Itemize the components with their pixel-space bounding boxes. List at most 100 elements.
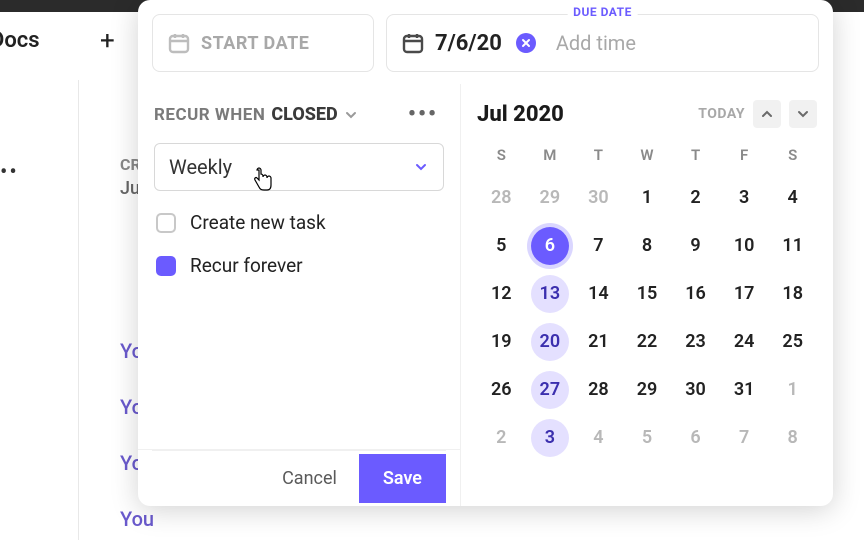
calendar-day[interactable]: 3 bbox=[526, 414, 575, 462]
date-picker-modal: START DATE DUE DATE 7/6/20 Add time RECU… bbox=[138, 0, 833, 506]
calendar-day-number: 18 bbox=[774, 275, 812, 313]
calendar-day[interactable]: 3 bbox=[720, 174, 769, 222]
calendar-day-number: 17 bbox=[725, 275, 763, 313]
calendar-day[interactable]: 24 bbox=[720, 318, 769, 366]
calendar-day[interactable]: 6 bbox=[526, 222, 575, 270]
calendar-day-number: 8 bbox=[628, 227, 666, 265]
recur-frequency-select[interactable]: Weekly bbox=[154, 143, 444, 191]
calendar-day[interactable]: 7 bbox=[574, 222, 623, 270]
calendar-dow: W bbox=[623, 136, 672, 174]
recur-when-label: RECUR WHEN bbox=[154, 105, 265, 125]
calendar-day[interactable]: 2 bbox=[671, 174, 720, 222]
calendar-day[interactable]: 18 bbox=[768, 270, 817, 318]
calendar-day[interactable]: 30 bbox=[574, 174, 623, 222]
calendar-day[interactable]: 8 bbox=[768, 414, 817, 462]
calendar-day-number: 15 bbox=[628, 275, 666, 313]
more-options-button[interactable]: ••• bbox=[408, 102, 438, 127]
calendar-dow: F bbox=[720, 136, 769, 174]
recur-forever-checkbox[interactable] bbox=[156, 256, 176, 276]
calendar-day[interactable]: 10 bbox=[720, 222, 769, 270]
calendar-day-number: 6 bbox=[531, 227, 569, 265]
modal-top: START DATE DUE DATE 7/6/20 Add time bbox=[138, 0, 833, 84]
calendar-day[interactable]: 29 bbox=[526, 174, 575, 222]
calendar-day[interactable]: 13 bbox=[526, 270, 575, 318]
calendar-icon bbox=[167, 31, 191, 55]
modal-body: RECUR WHEN CLOSED ••• Weekly Create new … bbox=[138, 84, 833, 506]
calendar-day-number: 28 bbox=[579, 371, 617, 409]
prev-month-button[interactable] bbox=[753, 100, 781, 128]
calendar-panel: Jul 2020 TODAY SMTWTFS 28293012345678910… bbox=[460, 84, 833, 506]
calendar-day[interactable]: 28 bbox=[477, 174, 526, 222]
save-button[interactable]: Save bbox=[359, 454, 446, 503]
calendar-day[interactable]: 11 bbox=[768, 222, 817, 270]
calendar-day-number: 29 bbox=[531, 179, 569, 217]
add-icon[interactable]: + bbox=[100, 26, 115, 56]
recur-panel: RECUR WHEN CLOSED ••• Weekly Create new … bbox=[138, 84, 460, 506]
calendar-day-number: 22 bbox=[628, 323, 666, 361]
create-new-task-checkbox[interactable] bbox=[156, 213, 176, 233]
calendar-day[interactable]: 8 bbox=[623, 222, 672, 270]
calendar-day-number: 10 bbox=[725, 227, 763, 265]
due-date-value: 7/6/20 bbox=[435, 31, 502, 56]
calendar-day-number: 28 bbox=[482, 179, 520, 217]
calendar-day[interactable]: 4 bbox=[574, 414, 623, 462]
due-date-field[interactable]: DUE DATE 7/6/20 Add time bbox=[386, 14, 819, 72]
calendar-day[interactable]: 6 bbox=[671, 414, 720, 462]
calendar-day-number: 26 bbox=[482, 371, 520, 409]
calendar-day[interactable]: 1 bbox=[768, 366, 817, 414]
calendar-day-number: 24 bbox=[725, 323, 763, 361]
start-date-field[interactable]: START DATE bbox=[152, 14, 374, 72]
recur-forever-option[interactable]: Recur forever bbox=[152, 244, 446, 287]
create-new-task-label: Create new task bbox=[190, 211, 326, 234]
calendar-day[interactable]: 21 bbox=[574, 318, 623, 366]
calendar-day-number: 13 bbox=[531, 275, 569, 313]
calendar-day[interactable]: 4 bbox=[768, 174, 817, 222]
clear-due-date-button[interactable] bbox=[516, 33, 536, 53]
calendar-day[interactable]: 7 bbox=[720, 414, 769, 462]
calendar-day-number: 9 bbox=[677, 227, 715, 265]
calendar-day[interactable]: 31 bbox=[720, 366, 769, 414]
calendar-day-number: 7 bbox=[579, 227, 617, 265]
calendar-day-number: 25 bbox=[774, 323, 812, 361]
next-month-button[interactable] bbox=[789, 100, 817, 128]
calendar-day[interactable]: 22 bbox=[623, 318, 672, 366]
calendar-day-number: 8 bbox=[774, 419, 812, 457]
create-new-task-option[interactable]: Create new task bbox=[152, 201, 446, 244]
calendar-day[interactable]: 2 bbox=[477, 414, 526, 462]
calendar-day-number: 4 bbox=[579, 419, 617, 457]
calendar-day[interactable]: 20 bbox=[526, 318, 575, 366]
calendar-day[interactable]: 27 bbox=[526, 366, 575, 414]
today-button[interactable]: TODAY bbox=[698, 106, 745, 122]
calendar-day[interactable]: 17 bbox=[720, 270, 769, 318]
calendar-day[interactable]: 12 bbox=[477, 270, 526, 318]
calendar-day[interactable]: 29 bbox=[623, 366, 672, 414]
calendar-day[interactable]: 1 bbox=[623, 174, 672, 222]
calendar-day[interactable]: 5 bbox=[623, 414, 672, 462]
due-date-label: DUE DATE bbox=[567, 5, 638, 19]
calendar-day-number: 30 bbox=[579, 179, 617, 217]
recur-status-select[interactable]: CLOSED bbox=[271, 104, 337, 125]
calendar-day-number: 31 bbox=[725, 371, 763, 409]
calendar-month-title: Jul 2020 bbox=[477, 102, 564, 127]
calendar-day[interactable]: 28 bbox=[574, 366, 623, 414]
calendar-day[interactable]: 9 bbox=[671, 222, 720, 270]
calendar-dow-row: SMTWTFS bbox=[477, 136, 817, 174]
calendar-day[interactable]: 15 bbox=[623, 270, 672, 318]
calendar-dow: S bbox=[477, 136, 526, 174]
calendar-day[interactable]: 30 bbox=[671, 366, 720, 414]
calendar-day[interactable]: 19 bbox=[477, 318, 526, 366]
breadcrumb-docs[interactable]: Docs bbox=[0, 28, 40, 53]
calendar-day[interactable]: 5 bbox=[477, 222, 526, 270]
add-time-button[interactable]: Add time bbox=[556, 31, 636, 55]
more-icon[interactable]: •• bbox=[0, 160, 19, 185]
calendar-day[interactable]: 16 bbox=[671, 270, 720, 318]
calendar-day-number: 6 bbox=[677, 419, 715, 457]
calendar-day[interactable]: 26 bbox=[477, 366, 526, 414]
calendar-day-number: 29 bbox=[628, 371, 666, 409]
cancel-button[interactable]: Cancel bbox=[260, 454, 359, 503]
calendar-day[interactable]: 23 bbox=[671, 318, 720, 366]
calendar-day-number: 21 bbox=[579, 323, 617, 361]
calendar-day[interactable]: 14 bbox=[574, 270, 623, 318]
calendar-day[interactable]: 25 bbox=[768, 318, 817, 366]
calendar-day-number: 3 bbox=[531, 419, 569, 457]
